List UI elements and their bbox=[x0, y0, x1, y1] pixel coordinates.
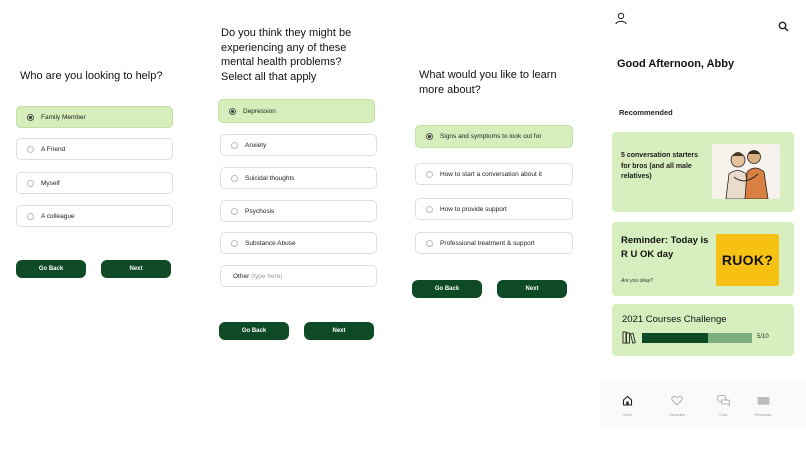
option-suicidal-thoughts[interactable]: Suicidal thoughts bbox=[220, 167, 377, 189]
reminder-subtitle: Are you okay? bbox=[621, 278, 653, 284]
reminder-title: Reminder: Today is R U OK day bbox=[621, 235, 709, 260]
option-label: A colleague bbox=[41, 212, 75, 220]
question-line: more about? bbox=[419, 83, 481, 96]
go-back-button[interactable]: Go Back bbox=[412, 280, 482, 298]
challenge-progress-bar bbox=[642, 333, 752, 343]
radio-icon bbox=[27, 179, 34, 187]
greeting-title: Good Afternoon, Abby bbox=[617, 58, 735, 70]
option-label: Anxiety bbox=[245, 141, 267, 149]
option-label: Signs and symptoms to look out for bbox=[440, 133, 542, 140]
radio-icon bbox=[229, 107, 236, 115]
next-button[interactable]: Next bbox=[304, 322, 374, 340]
question-title: Do you think they might be experiencing … bbox=[221, 26, 351, 84]
option-start-conversation[interactable]: How to start a conversation about it bbox=[415, 163, 573, 185]
radio-icon bbox=[27, 113, 34, 121]
screen-mental-health-problems: Do you think they might be experiencing … bbox=[200, 0, 395, 458]
book-icon bbox=[757, 393, 770, 410]
option-provide-support[interactable]: How to provide support bbox=[415, 198, 573, 220]
ruok-logo-text: RUOK? bbox=[721, 252, 774, 268]
recommended-heading: Recommended bbox=[619, 108, 673, 117]
radio-icon bbox=[231, 141, 238, 149]
option-a-colleague[interactable]: A colleague bbox=[16, 205, 173, 227]
screen-home: Good Afternoon, Abby Recommended 5 conve… bbox=[600, 0, 806, 458]
option-label: Substance Abuse bbox=[245, 239, 296, 247]
reminder-card-ruok-day[interactable]: Reminder: Today is R U OK day Are you ok… bbox=[612, 222, 794, 296]
challenge-progress-text: 5/10 bbox=[757, 334, 769, 340]
nav-chat[interactable]: Chat bbox=[706, 393, 740, 417]
home-icon bbox=[622, 393, 633, 410]
screen-learn-more: What would you like to learn more about?… bbox=[400, 0, 595, 458]
other-label: Other bbox=[233, 272, 250, 280]
option-label: Suicidal thoughts bbox=[245, 174, 295, 182]
radio-icon bbox=[426, 133, 433, 140]
question-title: What would you like to learn more about? bbox=[419, 68, 557, 97]
radio-icon bbox=[27, 212, 34, 220]
go-back-button[interactable]: Go Back bbox=[219, 322, 289, 340]
radio-icon bbox=[426, 239, 433, 247]
radio-icon bbox=[231, 174, 238, 182]
radio-icon bbox=[426, 205, 433, 213]
nav-favourites-label: Favourites bbox=[668, 413, 686, 417]
question-line: Do you think they might be bbox=[221, 27, 352, 39]
heart-icon bbox=[671, 393, 683, 410]
courses-challenge-card[interactable]: 2021 Courses Challenge 5/10 bbox=[612, 304, 794, 356]
question-line: Select all that apply bbox=[221, 70, 317, 83]
nav-home-label: Home bbox=[622, 413, 632, 417]
nav-resources[interactable]: Resources bbox=[746, 393, 780, 417]
ruok-logo: RUOK? bbox=[716, 234, 779, 286]
other-placeholder: (type here) bbox=[251, 272, 283, 280]
option-psychosis[interactable]: Psychosis bbox=[220, 200, 377, 222]
option-label: Family Member bbox=[41, 113, 86, 121]
option-label: Myself bbox=[41, 179, 60, 187]
user-profile-icon[interactable] bbox=[615, 12, 627, 30]
challenge-progress-fill bbox=[642, 333, 708, 343]
option-signs-and-symptoms[interactable]: Signs and symptoms to look out for bbox=[415, 125, 573, 148]
next-button[interactable]: Next bbox=[497, 280, 567, 298]
go-back-button[interactable]: Go Back bbox=[16, 260, 86, 278]
radio-icon bbox=[231, 239, 238, 247]
option-label: How to provide support bbox=[440, 205, 507, 213]
option-substance-abuse[interactable]: Substance Abuse bbox=[220, 232, 377, 254]
screen-who-to-help: Who are you looking to help? Family Memb… bbox=[0, 0, 195, 458]
challenge-title: 2021 Courses Challenge bbox=[622, 314, 727, 325]
question-title: Who are you looking to help? bbox=[20, 70, 163, 82]
option-myself[interactable]: Myself bbox=[16, 172, 173, 194]
option-label: Depression bbox=[243, 107, 276, 115]
next-button[interactable]: Next bbox=[101, 260, 171, 278]
option-label: Professional treatment & support bbox=[440, 239, 535, 247]
nav-favourites[interactable]: Favourites bbox=[660, 393, 694, 417]
option-label: How to start a conversation about it bbox=[440, 170, 542, 178]
other-text-field[interactable]: Other (type here) bbox=[220, 265, 377, 287]
radio-icon bbox=[27, 145, 34, 153]
radio-icon bbox=[231, 207, 238, 215]
option-professional-treatment[interactable]: Professional treatment & support bbox=[415, 232, 573, 254]
question-line: experiencing any of these bbox=[221, 41, 347, 54]
option-label: A Friend bbox=[41, 145, 66, 153]
radio-icon bbox=[426, 170, 433, 178]
search-icon[interactable] bbox=[778, 19, 789, 37]
nav-resources-label: Resources bbox=[754, 413, 772, 417]
nav-home[interactable]: Home bbox=[610, 393, 644, 417]
illustration-two-men-image bbox=[712, 144, 780, 199]
question-line: mental health problems? bbox=[221, 56, 342, 68]
option-a-friend[interactable]: A Friend bbox=[16, 138, 173, 160]
chat-icon bbox=[716, 393, 730, 410]
bottom-navigation: Home Favourites Chat Resources bbox=[600, 383, 806, 425]
option-anxiety[interactable]: Anxiety bbox=[220, 134, 377, 156]
recommended-card-conversation-starters[interactable]: 5 conversation starters for bros (and al… bbox=[612, 132, 794, 212]
card-title: 5 conversation starters for bros (and al… bbox=[621, 152, 699, 180]
option-depression[interactable]: Depression bbox=[218, 99, 375, 123]
question-line: What would you like to learn bbox=[419, 69, 557, 81]
books-icon bbox=[622, 331, 636, 349]
option-label: Psychosis bbox=[245, 207, 275, 215]
option-family-member[interactable]: Family Member bbox=[16, 106, 173, 128]
nav-chat-label: Chat bbox=[719, 413, 727, 417]
